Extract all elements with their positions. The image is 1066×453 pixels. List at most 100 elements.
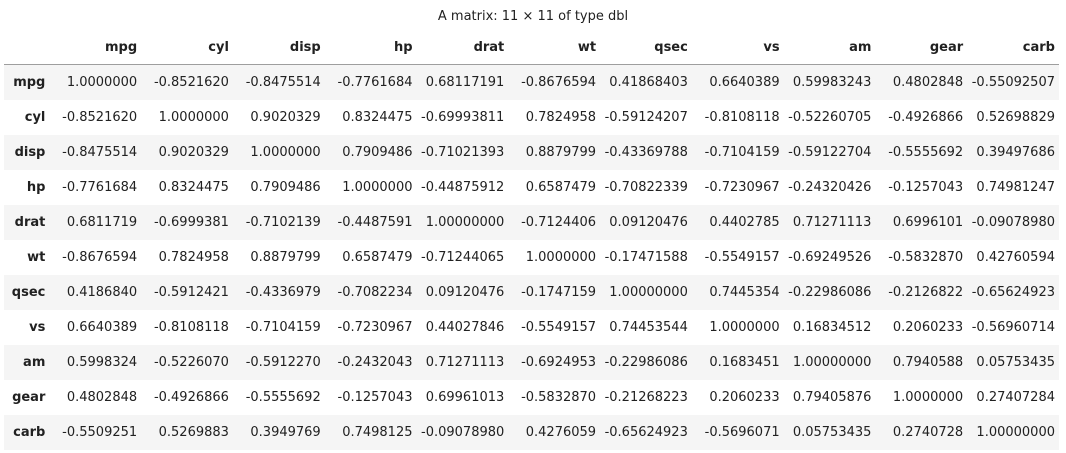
- matrix-cell: 1.00000000: [600, 274, 692, 310]
- matrix-cell: 0.7909486: [324, 134, 417, 170]
- matrix-cell: 1.00000000: [416, 204, 509, 240]
- row-header-am: am: [4, 344, 50, 380]
- matrix-cell: 0.09120476: [416, 274, 509, 310]
- row-header-cyl: cyl: [24, 109, 46, 125]
- column-header-carb: carb: [967, 30, 1059, 65]
- matrix-cell: 0.5269883: [141, 414, 233, 450]
- matrix-cell: -0.09078980: [967, 204, 1059, 240]
- correlation-matrix-table: mpg cyl disp hp drat wt qsec vs am gear carb mpg 1.…: [4, 30, 1059, 450]
- matrix-cell: 0.69961013: [425, 389, 505, 405]
- matrix-cell: -0.5226070: [141, 344, 233, 380]
- matrix-cell: -0.5555692: [875, 134, 968, 170]
- matrix-cell: -0.2126822: [875, 274, 968, 310]
- matrix-cell: 0.4276059: [508, 414, 601, 450]
- matrix-cell: 1.0000000: [709, 319, 780, 335]
- matrix-cell: -0.8108118: [704, 109, 780, 125]
- column-header-vs: vs: [691, 30, 784, 65]
- matrix-cell: 0.05753435: [783, 414, 876, 450]
- table-header: mpg cyl disp hp drat wt qsec vs am gear carb: [4, 30, 1059, 65]
- matrix-cell: 1.0000000: [158, 109, 229, 125]
- matrix-cell: -0.5555692: [245, 389, 321, 405]
- table-row: carb -0.5509251 0.5269883 0.3949769 0.749812…: [4, 414, 1059, 450]
- matrix-cell: -0.22986086: [783, 274, 876, 310]
- matrix-cell: 0.7909486: [250, 179, 321, 195]
- matrix-cell: 0.7498125: [324, 414, 417, 450]
- matrix-cell: 0.6640389: [66, 319, 138, 335]
- matrix-cell: -0.55092507: [967, 64, 1059, 100]
- matrix-cell: 0.2060233: [892, 319, 964, 335]
- matrix-cell: -0.5832870: [521, 389, 597, 405]
- matrix-cell: -0.56960714: [971, 319, 1055, 335]
- matrix-cell: -0.4487591: [324, 204, 417, 240]
- matrix-cell: -0.4926866: [888, 109, 964, 125]
- matrix-cell: -0.69993811: [421, 109, 505, 125]
- matrix-cell: 0.41868403: [600, 64, 692, 100]
- matrix-cell: -0.65624923: [600, 414, 692, 450]
- table-row: gear 0.4802848 -0.4926866 -0.5555692 -0.1257…: [4, 380, 1059, 415]
- matrix-cell: 0.09120476: [600, 204, 692, 240]
- matrix-cell: 0.05753435: [967, 344, 1059, 380]
- matrix-cell: -0.71021393: [416, 134, 509, 170]
- row-header-drat: drat: [4, 204, 50, 240]
- matrix-cell: 0.71271113: [783, 204, 876, 240]
- matrix-cell: -0.7230967: [704, 179, 780, 195]
- column-header-wt: wt: [508, 30, 601, 65]
- matrix-cell: -0.24320426: [788, 179, 872, 195]
- column-header-gear: gear: [875, 30, 968, 65]
- table-row: vs 0.6640389 -0.8108118 -0.7104159 -0.723096…: [4, 310, 1059, 345]
- matrix-cell: -0.8676594: [508, 64, 601, 100]
- column-header-cyl: cyl: [141, 30, 233, 65]
- table-body: mpg 1.0000000 -0.8521620 -0.8475514 -0.77616…: [4, 64, 1059, 450]
- column-header-qsec: qsec: [600, 30, 692, 65]
- matrix-cell: -0.65624923: [967, 274, 1059, 310]
- matrix-cell: 1.0000000: [49, 64, 142, 100]
- matrix-cell: -0.52260705: [788, 109, 872, 125]
- corner-cell: [4, 30, 50, 65]
- matrix-cell: -0.8521620: [141, 64, 233, 100]
- column-header-am: am: [783, 30, 876, 65]
- matrix-cell: -0.8475514: [232, 64, 325, 100]
- table-row: cyl -0.8521620 1.0000000 0.9020329 0.8324475…: [4, 100, 1059, 135]
- matrix-cell: -0.8521620: [62, 109, 138, 125]
- matrix-cell: -0.8108118: [153, 319, 229, 335]
- matrix-cell: -0.59122704: [783, 134, 876, 170]
- matrix-cell: 0.52698829: [976, 109, 1055, 125]
- column-header-drat: drat: [416, 30, 509, 65]
- matrix-cell: -0.70822339: [604, 179, 688, 195]
- matrix-cell: 1.0000000: [525, 249, 597, 265]
- matrix-cell: 0.9020329: [141, 134, 233, 170]
- matrix-cell: -0.7124406: [508, 204, 601, 240]
- matrix-cell: -0.5509251: [49, 414, 142, 450]
- matrix-cell: -0.6924953: [508, 344, 601, 380]
- row-header-hp: hp: [26, 179, 46, 195]
- matrix-cell: -0.7761684: [324, 64, 417, 100]
- matrix-cell: -0.59124207: [604, 109, 688, 125]
- matrix-cell: -0.09078980: [416, 414, 509, 450]
- matrix-cell: 0.8879799: [250, 249, 321, 265]
- matrix-cell: -0.44875912: [421, 179, 505, 195]
- matrix-cell: 0.39497686: [967, 134, 1059, 170]
- matrix-cell: 0.9020329: [250, 109, 321, 125]
- matrix-cell: 0.7940588: [875, 344, 968, 380]
- matrix-cell: 0.3949769: [232, 414, 325, 450]
- matrix-cell: 0.7824958: [158, 249, 229, 265]
- matrix-cell: 0.2740728: [875, 414, 968, 450]
- matrix-cell: 1.0000000: [342, 179, 413, 195]
- matrix-cell: -0.43369788: [600, 134, 692, 170]
- matrix-cell: 0.79405876: [792, 389, 872, 405]
- matrix-cell: 0.27407284: [976, 389, 1055, 405]
- table-row: mpg 1.0000000 -0.8521620 -0.8475514 -0.77616…: [4, 64, 1059, 100]
- table-row: drat 0.6811719 -0.6999381 -0.7102139 -0.4487…: [4, 204, 1059, 240]
- matrix-cell: 0.6640389: [691, 64, 784, 100]
- matrix-cell: -0.21268223: [604, 389, 688, 405]
- row-header-disp: disp: [4, 134, 50, 170]
- matrix-cell: 0.42760594: [976, 249, 1055, 265]
- row-header-gear: gear: [12, 389, 46, 405]
- matrix-cell: -0.8475514: [49, 134, 142, 170]
- matrix-cell: -0.1747159: [508, 274, 601, 310]
- matrix-cell: -0.1257043: [888, 179, 964, 195]
- matrix-cell: 0.6811719: [49, 204, 142, 240]
- matrix-cell: -0.7230967: [337, 319, 413, 335]
- matrix-cell: -0.6999381: [141, 204, 233, 240]
- row-header-wt: wt: [27, 249, 46, 265]
